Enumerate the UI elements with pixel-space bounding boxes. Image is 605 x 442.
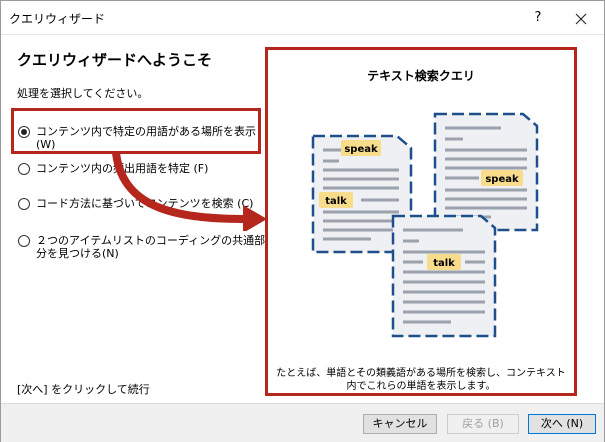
close-icon xyxy=(575,13,587,24)
help-button[interactable]: ? xyxy=(520,1,556,35)
pointer-arrow-icon xyxy=(112,152,267,231)
window-title: クエリウィザード xyxy=(9,12,106,26)
radio-button[interactable] xyxy=(18,163,30,175)
radio-button[interactable] xyxy=(18,198,30,210)
page-title: クエリウィザードへようこそ xyxy=(17,51,213,69)
option-label: ２つのアイテムリストのコーディングの共通部分を見つける(N) xyxy=(36,234,266,260)
button-bar: キャンセル 戻る (B) 次へ (N) xyxy=(1,403,604,442)
speak-tag-text: speak xyxy=(485,174,519,185)
speak-tag-text: speak xyxy=(344,144,378,155)
talk-tag-text: talk xyxy=(433,258,455,269)
panel-title: テキスト検索クエリ xyxy=(367,69,475,83)
cancel-button[interactable]: キャンセル xyxy=(363,414,437,434)
close-button[interactable] xyxy=(560,1,602,35)
panel-caption: たとえば、単語とその類義語がある場所を検索し、コンテキスト内でこれらの単語を表示… xyxy=(276,368,566,392)
radio-button[interactable] xyxy=(18,235,30,247)
query-wizard-dialog: クエリウィザード ? クエリウィザードへようこそ 処理を選択してください。 コン… xyxy=(0,0,605,442)
document-center: talk xyxy=(391,214,497,338)
document-right: speak xyxy=(433,112,539,232)
title-bar: クエリウィザード ? xyxy=(1,1,604,35)
instruction-text: 処理を選択してください。 xyxy=(17,87,149,100)
continue-hint: [次へ] をクリックして続行 xyxy=(17,383,150,396)
next-button[interactable]: 次へ (N) xyxy=(528,414,596,434)
selected-option-highlight xyxy=(11,108,261,154)
talk-tag-text: talk xyxy=(325,196,347,207)
text-search-illustration: speak talk speak talk xyxy=(311,112,539,338)
back-button[interactable]: 戻る (B) xyxy=(447,414,519,434)
